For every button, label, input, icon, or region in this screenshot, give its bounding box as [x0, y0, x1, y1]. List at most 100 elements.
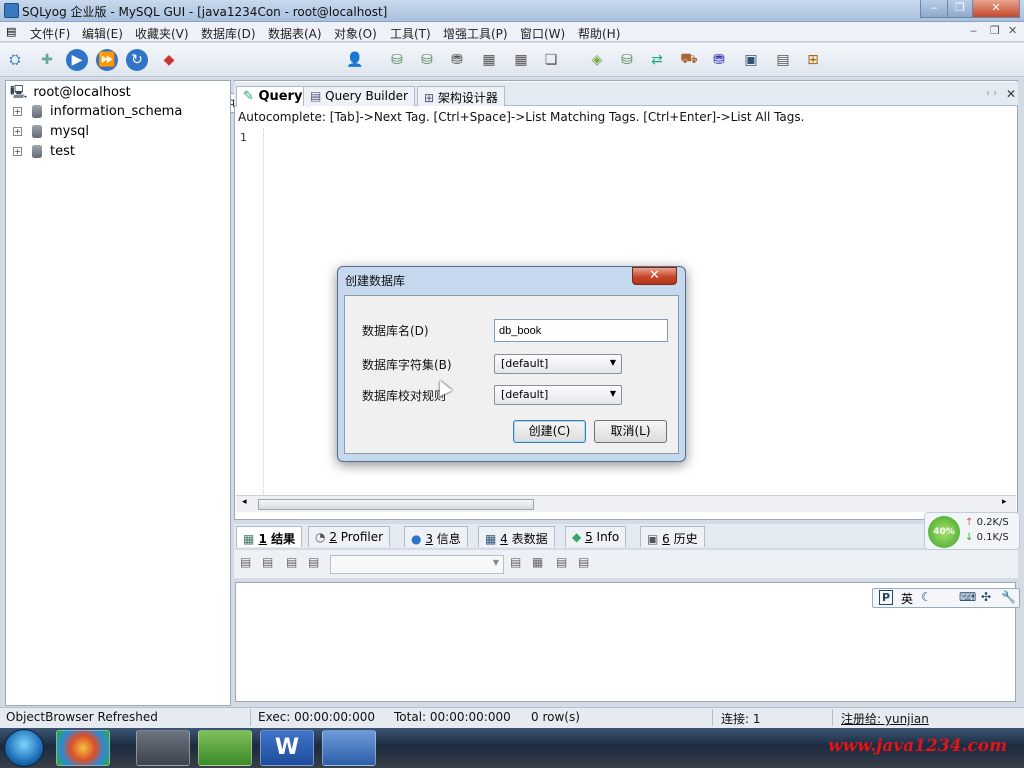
expand-icon[interactable]: +: [13, 147, 22, 156]
collation-label: 数据库校对规则: [362, 389, 447, 403]
close-tab-icon[interactable]: ✕: [1006, 87, 1016, 101]
expand-icon[interactable]: +: [13, 127, 22, 136]
menu-help[interactable]: 帮助(H): [578, 25, 620, 42]
line-number: 1: [240, 131, 247, 144]
menu-object[interactable]: 对象(O): [334, 25, 377, 42]
tree-root[interactable]: 🖳 root@localhost: [10, 83, 131, 105]
scroll-left-icon[interactable]: ◂: [242, 497, 247, 507]
collation-select[interactable]: [default] ▼: [494, 385, 622, 405]
refresh-icon[interactable]: ↻: [126, 49, 148, 71]
copy-table-icon[interactable]: ❏: [540, 49, 562, 71]
download-rate: ↓ 0.1K/S: [965, 532, 1009, 543]
cancel-button[interactable]: 取消(L): [594, 420, 667, 443]
title-bar: SQLyog 企业版 - MySQL GUI - [java1234Con - …: [0, 0, 1024, 22]
info-objects-icon: ◆: [572, 530, 582, 544]
scroll-right-icon[interactable]: ▸: [1002, 497, 1007, 507]
close-window-button[interactable]: ✕: [972, 0, 1020, 18]
tab-scroll-icon[interactable]: ‹ ›: [986, 88, 997, 99]
tree-item-mysql[interactable]: + mysql: [13, 124, 89, 139]
menu-favorites[interactable]: 收藏夹(V): [135, 25, 189, 42]
tab-info[interactable]: ◆ 5 Info: [565, 526, 627, 547]
new-connection-icon[interactable]: ✚: [36, 49, 58, 71]
menu-powertools[interactable]: 增强工具(P): [443, 25, 508, 42]
expand-icon[interactable]: +: [13, 107, 22, 116]
mdi-restore-icon[interactable]: ❐: [990, 24, 1000, 37]
ime-logo-icon[interactable]: P: [879, 590, 894, 605]
taskbar-app-3[interactable]: [198, 730, 252, 766]
user-icon[interactable]: 👤: [344, 49, 366, 71]
create-db-icon[interactable]: ⛁: [386, 49, 408, 71]
settings-icon[interactable]: ✣: [981, 590, 991, 604]
report-icon[interactable]: ▤: [772, 49, 794, 71]
word-icon[interactable]: W: [260, 730, 314, 766]
tab-table-data[interactable]: ▦ 4 表数据: [478, 526, 555, 547]
migrate-icon[interactable]: ⛟: [678, 49, 700, 71]
text-view-icon[interactable]: ▤: [578, 555, 589, 569]
scroll-thumb[interactable]: [258, 499, 534, 510]
save-icon[interactable]: ▤: [286, 555, 297, 569]
horizontal-scrollbar[interactable]: ◂ ▸: [236, 495, 1016, 512]
taskbar-app-2[interactable]: [136, 730, 190, 766]
tab-schema-designer[interactable]: ⊞ 架构设计器: [417, 86, 505, 106]
dialog-close-button[interactable]: ✕: [632, 267, 677, 285]
execute-all-icon[interactable]: ⏩: [96, 49, 118, 71]
taskbar-app-1[interactable]: [56, 730, 110, 766]
db-name-input[interactable]: [494, 319, 668, 342]
form-view-icon[interactable]: ▤: [556, 555, 567, 569]
ime-language[interactable]: 英: [901, 590, 913, 607]
export-icon[interactable]: ▤: [240, 555, 251, 569]
tab-query[interactable]: ✎ Query: [236, 86, 310, 107]
grid-view-icon[interactable]: ▦: [532, 555, 543, 569]
add-row-icon[interactable]: ▤: [510, 555, 521, 569]
schema-icon[interactable]: ⊞: [802, 49, 824, 71]
minimize-button[interactable]: ‒: [920, 0, 948, 18]
dialog-title: 创建数据库: [345, 274, 406, 288]
image-icon[interactable]: ▣: [740, 49, 762, 71]
notify-icon[interactable]: ⛃: [708, 49, 730, 71]
chevron-down-icon: ▼: [492, 558, 499, 567]
connect-icon[interactable]: ⛭: [4, 49, 26, 71]
schedule-icon[interactable]: ◈: [586, 49, 608, 71]
execute-icon[interactable]: ▶: [66, 49, 88, 71]
result-grid-icon: ▦: [243, 532, 255, 546]
create-table-icon[interactable]: ⛁: [416, 49, 438, 71]
maximize-button[interactable]: ❐: [947, 0, 973, 18]
table-icon[interactable]: ▦: [510, 49, 532, 71]
calendar-icon: ▣: [647, 532, 659, 546]
tab-history[interactable]: ▣ 6 历史: [640, 526, 705, 547]
copy-icon[interactable]: ▤: [262, 555, 273, 569]
tree-item-test[interactable]: + test: [13, 144, 75, 159]
tab-result[interactable]: ▦ 1 结果: [236, 526, 303, 547]
menu-tools[interactable]: 工具(T): [390, 25, 431, 42]
menu-database[interactable]: 数据库(D): [201, 25, 256, 42]
grid-icon[interactable]: ▦: [478, 49, 500, 71]
backup-icon[interactable]: ⛃: [446, 49, 468, 71]
menu-edit[interactable]: 编辑(E): [82, 25, 123, 42]
moon-icon[interactable]: ☾: [921, 590, 932, 604]
create-button[interactable]: 创建(C): [513, 420, 586, 443]
menu-table[interactable]: 数据表(A): [268, 25, 322, 42]
clear-icon[interactable]: ▤: [308, 555, 319, 569]
mdi-minimize-icon[interactable]: ‒: [970, 24, 977, 37]
server-icon: 🖳: [10, 85, 28, 100]
sqlyog-taskbar-icon[interactable]: [322, 730, 376, 766]
status-message: ObjectBrowser Refreshed: [6, 710, 158, 724]
tab-messages[interactable]: ● 3 信息: [404, 526, 468, 547]
keyboard-icon[interactable]: ⌨: [959, 590, 976, 604]
menu-file[interactable]: 文件(F): [30, 25, 70, 42]
shapes-icon[interactable]: ◆: [158, 49, 180, 71]
tab-profiler[interactable]: ◔ 2 Profiler: [308, 526, 391, 547]
editor-gutter: [236, 128, 264, 494]
menu-window[interactable]: 窗口(W): [520, 25, 565, 42]
status-total: Total: 00:00:00:000: [394, 710, 511, 724]
sync-icon[interactable]: ⇄: [646, 49, 668, 71]
charset-select[interactable]: [default] ▼: [494, 354, 622, 374]
result-filter-select[interactable]: ▼: [330, 555, 504, 574]
wrench-icon[interactable]: 🔧: [1001, 590, 1016, 604]
status-registered[interactable]: 注册给: yunjian: [841, 710, 929, 727]
tab-query-builder[interactable]: ▤ Query Builder: [303, 86, 415, 106]
tree-item-information-schema[interactable]: + information_schema: [13, 104, 182, 119]
import-icon[interactable]: ⛁: [616, 49, 638, 71]
mdi-close-icon[interactable]: ✕: [1008, 24, 1017, 37]
start-button[interactable]: [4, 729, 44, 767]
